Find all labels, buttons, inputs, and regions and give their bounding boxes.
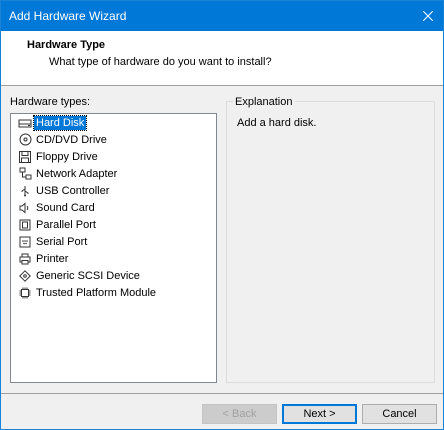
list-item-cd-dvd[interactable]: CD/DVD Drive [11,131,216,148]
tpm-icon [18,286,32,300]
serial-port-icon [18,235,32,249]
list-item-label: USB Controller [36,184,110,197]
wizard-header: Hardware Type What type of hardware do y… [1,31,443,86]
list-item-label: Generic SCSI Device [36,269,140,282]
list-item-hard-disk[interactable]: Hard Disk [11,114,216,131]
list-item-label: Network Adapter [36,167,118,180]
scsi-icon [18,269,32,283]
title-bar: Add Hardware Wizard [1,1,443,31]
speaker-icon [18,201,32,215]
list-item-label: Floppy Drive [36,150,98,163]
parallel-port-icon [18,218,32,232]
list-item-label: Trusted Platform Module [36,286,157,299]
list-item-usb[interactable]: USB Controller [11,182,216,199]
list-item-floppy[interactable]: Floppy Drive [11,148,216,165]
hard-disk-icon [18,116,32,130]
floppy-icon [18,150,32,164]
list-item-label: CD/DVD Drive [36,133,107,146]
next-button[interactable]: Next > [282,404,357,424]
usb-icon [18,184,32,198]
list-item-parallel[interactable]: Parallel Port [11,216,216,233]
list-item-label: Sound Card [36,201,95,214]
list-item-tpm[interactable]: Trusted Platform Module [11,284,216,301]
window-title: Add Hardware Wizard [9,9,127,23]
wizard-window: Add Hardware Wizard Hardware Type What t… [0,0,444,430]
footer-divider [1,393,443,394]
close-button[interactable] [413,1,443,31]
list-item-serial[interactable]: Serial Port [11,233,216,250]
list-item-sound[interactable]: Sound Card [11,199,216,216]
network-icon [18,167,32,181]
explanation-text: Add a hard disk. [237,117,317,129]
list-item-label: Parallel Port [36,218,96,231]
explanation-legend: Explanation [233,96,295,108]
hardware-types-list[interactable]: Hard Disk CD/DVD Drive Floppy Drive Netw… [10,113,217,383]
page-subtitle: What type of hardware do you want to ins… [49,56,272,68]
list-item-label: Printer [36,252,69,265]
back-button[interactable]: < Back [202,404,277,424]
close-icon [423,11,433,21]
list-item-label: Hard Disk [32,114,88,131]
page-title: Hardware Type [27,39,106,51]
cancel-button[interactable]: Cancel [362,404,437,424]
explanation-group: Explanation Add a hard disk. [226,96,435,383]
list-item-scsi[interactable]: Generic SCSI Device [11,267,216,284]
list-item-label: Serial Port [36,235,88,248]
hardware-types-label: Hardware types: [10,96,91,108]
cd-dvd-icon [18,133,32,147]
printer-icon [18,252,32,266]
list-item-network[interactable]: Network Adapter [11,165,216,182]
list-item-printer[interactable]: Printer [11,250,216,267]
